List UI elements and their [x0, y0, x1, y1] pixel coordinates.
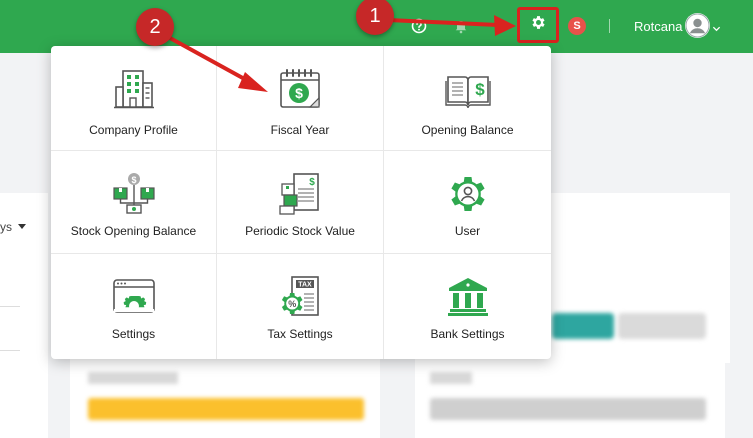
background-placeholder	[430, 372, 472, 384]
menu-item-settings[interactable]: Settings	[51, 254, 217, 359]
settings-gear-button[interactable]	[517, 7, 559, 43]
username-label[interactable]: Rotcana	[634, 19, 682, 34]
tax-receipt-icon: TAX %	[277, 274, 323, 320]
svg-text:$: $	[295, 85, 303, 101]
menu-item-label: Settings	[111, 327, 156, 341]
building-icon	[111, 66, 157, 112]
background-grey-button	[618, 313, 706, 339]
svg-text:TAX: TAX	[298, 282, 312, 289]
stock-report-icon: $	[277, 171, 323, 217]
gear-icon	[530, 14, 547, 36]
menu-item-label: Fiscal Year	[270, 123, 330, 137]
menu-item-label: Tax Settings	[267, 327, 333, 341]
menu-item-label: Stock Opening Balance	[70, 224, 197, 238]
user-gear-icon	[445, 171, 491, 217]
menu-item-fiscal-year[interactable]: $ Fiscal Year	[217, 46, 384, 151]
user-avatar-icon[interactable]	[685, 13, 710, 38]
chevron-down-icon[interactable]	[712, 20, 721, 38]
background-placeholder	[88, 372, 178, 384]
background-filter-text: ys	[0, 220, 12, 234]
menu-item-bank-settings[interactable]: Bank Settings	[384, 254, 551, 359]
menu-item-label: Bank Settings	[430, 327, 505, 341]
background-yellow-bar	[88, 398, 364, 420]
bell-icon[interactable]	[452, 17, 470, 35]
calendar-dollar-icon: $	[277, 66, 323, 112]
menu-item-tax-settings[interactable]: TAX % Tax Settings	[217, 254, 384, 359]
svg-text:$: $	[475, 80, 485, 99]
svg-text:$: $	[131, 175, 136, 185]
svg-text:%: %	[288, 299, 296, 309]
monitor-gear-icon	[111, 274, 157, 320]
header-divider	[609, 19, 610, 33]
menu-item-label: User	[454, 224, 481, 238]
menu-item-company-profile[interactable]: Company Profile	[51, 46, 217, 151]
bank-icon	[445, 274, 491, 320]
menu-item-label: Company Profile	[89, 123, 178, 137]
menu-item-periodic-stock-value[interactable]: $ Periodic Stock Value	[217, 151, 384, 254]
menu-item-opening-balance[interactable]: $ Opening Balance	[384, 46, 551, 151]
ledger-book-icon: $	[444, 66, 491, 112]
subscription-badge[interactable]: S	[568, 17, 586, 35]
menu-item-stock-opening-balance[interactable]: $ Stock Opening Balance	[51, 151, 217, 254]
menu-item-label: Opening Balance	[421, 123, 514, 137]
menu-item-user[interactable]: User	[384, 151, 551, 254]
svg-text:$: $	[309, 177, 315, 188]
menu-item-label: Periodic Stock Value	[245, 224, 355, 238]
help-circle-icon[interactable]	[410, 17, 428, 35]
divider	[0, 350, 20, 351]
background-grey-bar	[430, 398, 706, 420]
background-teal-button	[552, 313, 614, 339]
stock-boxes-icon: $	[111, 171, 157, 217]
settings-dropdown-menu: Company Profile $ Fiscal Year $ Opening …	[51, 46, 551, 359]
annotation-step-2-badge: 2	[136, 8, 174, 46]
caret-down-icon	[18, 224, 26, 229]
divider	[0, 306, 20, 307]
